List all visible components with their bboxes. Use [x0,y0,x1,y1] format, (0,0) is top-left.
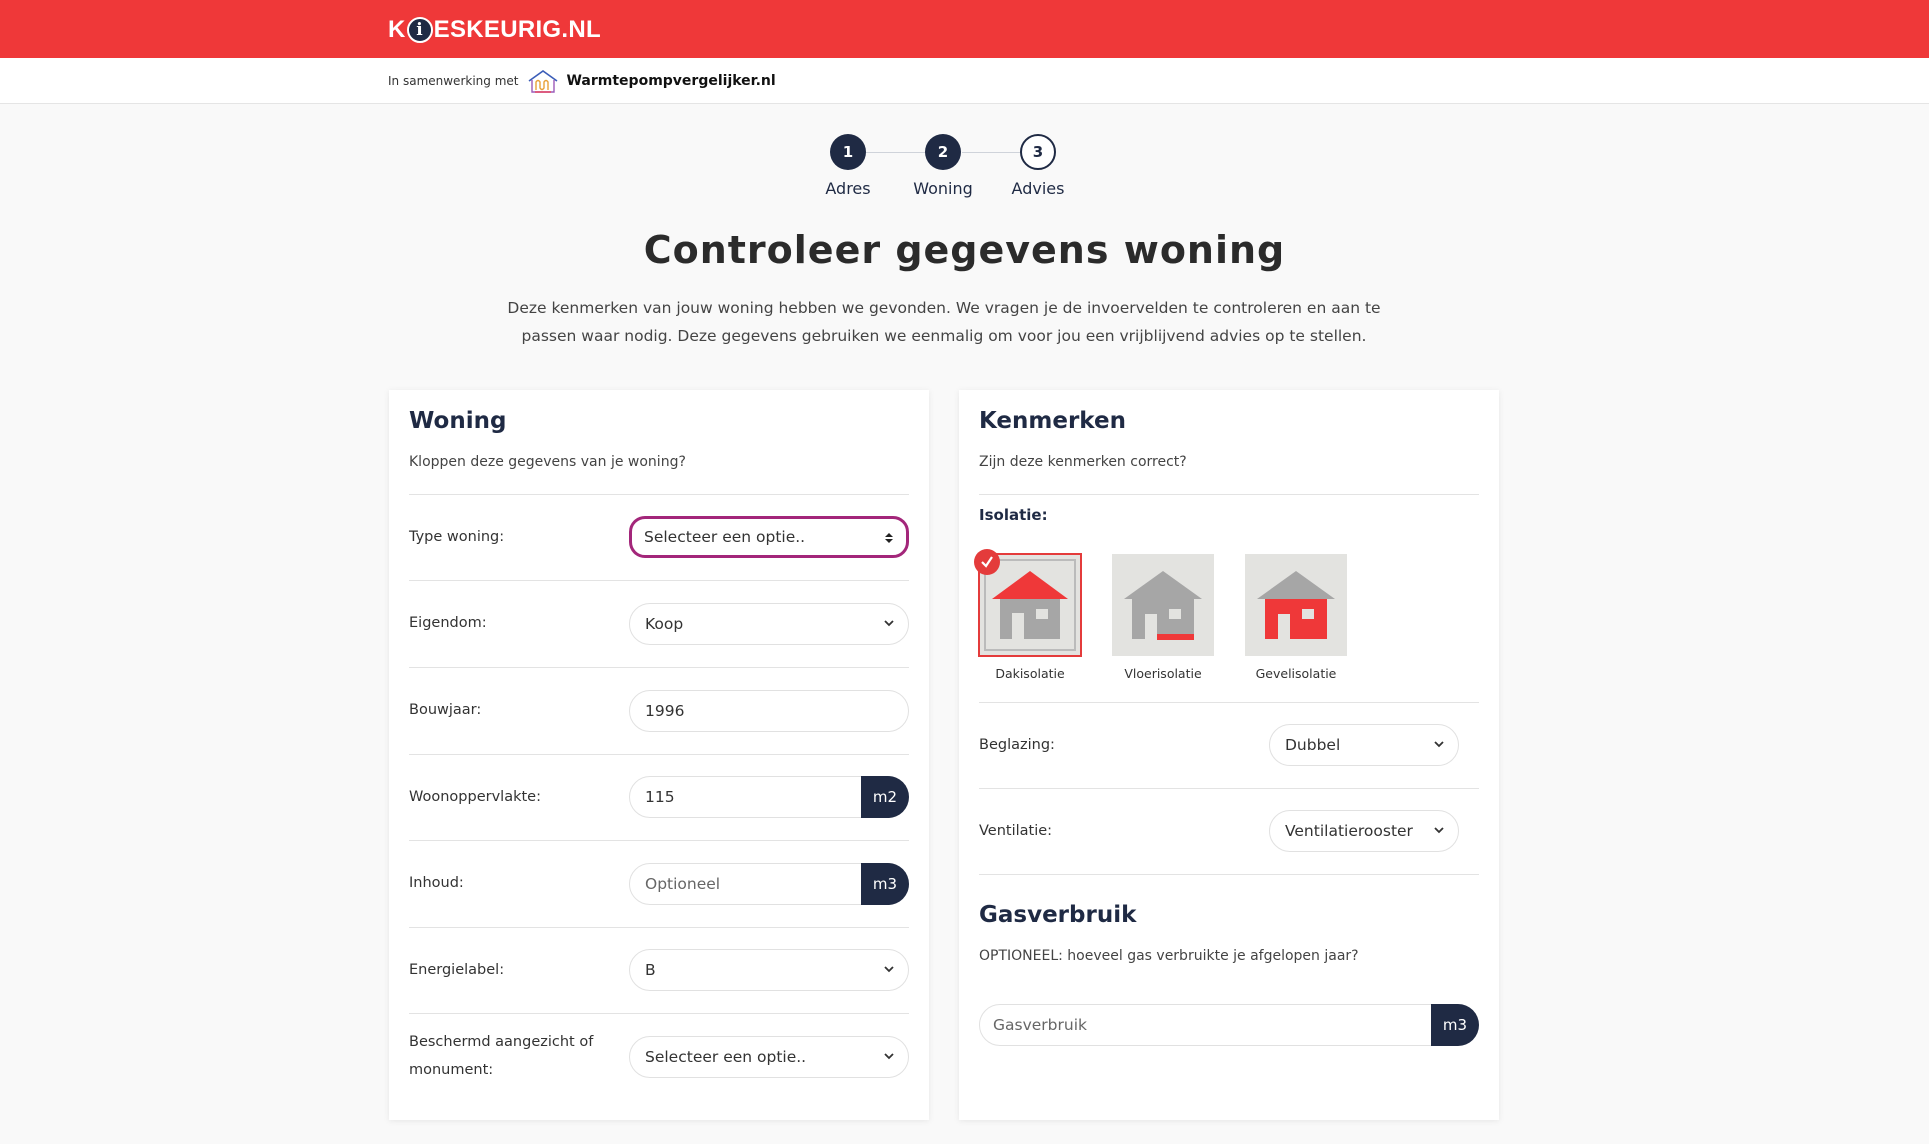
divider [409,667,909,668]
eigendom-label: Eigendom: [409,615,487,631]
input-placeholder: Optioneel [645,875,721,893]
wall-insulation-house-icon [1257,571,1335,639]
gasverbruik-subtitle: OPTIONEEL: hoeveel gas verbruikte je afg… [979,948,1359,964]
page-title: Controleer gegevens woning [643,228,1286,272]
ventilatie-label: Ventilatie: [979,823,1053,839]
bouwjaar-label: Bouwjaar: [409,702,482,718]
divider [979,874,1479,875]
beglazing-label: Beglazing: [979,737,1055,753]
select-value: Dubbel [1285,736,1341,754]
step-number: 3 [1020,134,1056,170]
monument-label-line1: Beschermd aangezicht of [409,1034,594,1050]
partner-name[interactable]: Warmtepompvergelijker.nl [566,73,775,89]
woonoppervlakte-input[interactable]: 115 m2 [629,776,909,818]
gevelisolatie-tile [1245,554,1347,656]
inhoud-input[interactable]: Optioneel m3 [629,863,909,905]
energielabel-select[interactable]: B [629,949,909,991]
select-value: Koop [645,615,684,633]
unit-badge: m3 [1431,1004,1479,1046]
select-value: Ventilatierooster [1285,822,1413,840]
divider [409,840,909,841]
chevron-down-icon [1434,827,1444,834]
kieskeurig-logo[interactable]: K i ESKEURIG.NL [388,14,601,46]
kenmerken-subtitle: Zijn deze kenmerken correct? [979,454,1187,470]
input-value: 115 [645,788,675,806]
monument-label: Beschermd aangezicht of monument: [409,1028,593,1084]
isolatie-option-label: Gevelisolatie [1255,666,1337,681]
step-advies[interactable]: 3 Advies [993,134,1083,198]
divider [979,494,1479,495]
dakisolatie-option[interactable]: Dakisolatie [974,549,1082,681]
logo-text-end: ESKEURIG.NL [433,16,601,43]
partner-info: In samenwerking met Warmtepompvergelijke… [388,68,776,94]
divider [409,927,909,928]
unit-badge: m2 [861,776,909,818]
kenmerken-card: Kenmerken Zijn deze kenmerken correct? I… [959,390,1499,1120]
divider [409,1013,909,1014]
partner-bar: In samenwerking met Warmtepompvergelijke… [0,58,1929,104]
checkmark-icon [974,549,1000,575]
gasverbruik-title: Gasverbruik [979,902,1137,928]
energielabel-label: Energielabel: [409,962,505,978]
monument-label-line2: monument: [409,1062,494,1078]
ventilatie-select[interactable]: Ventilatierooster [1269,810,1459,852]
divider [409,494,909,495]
roof-insulation-house-icon [992,571,1068,639]
step-woning[interactable]: 2 Woning [898,134,988,198]
step-label: Advies [1011,179,1065,198]
vloerisolatie-tile [1112,554,1214,656]
logo-text-start: K [388,16,406,43]
divider [409,754,909,755]
divider [409,580,909,581]
chevron-down-icon [1434,741,1444,748]
bouwjaar-input[interactable]: 1996 [629,690,909,732]
step-label: Woning [913,179,973,198]
divider [979,702,1479,703]
select-value: Selecteer een optie.. [644,528,806,546]
type-woning-select[interactable]: Selecteer een optie.. [629,516,909,558]
chevron-down-icon [884,966,894,973]
woning-card: Woning Kloppen deze gegevens van je woni… [389,390,929,1120]
isolatie-option-label: Vloerisolatie [1124,666,1202,681]
chevron-down-icon [884,1053,894,1060]
step-number: 1 [830,134,866,170]
gevelisolatie-option[interactable]: Gevelisolatie [1245,554,1347,681]
sort-arrows-icon [885,533,893,543]
input-placeholder: Gasverbruik [993,1016,1087,1034]
top-bar: K i ESKEURIG.NL [0,0,1929,58]
gasverbruik-input[interactable]: Gasverbruik m3 [979,1004,1479,1046]
type-woning-label: Type woning: [409,529,505,545]
select-value: B [645,961,656,979]
vloerisolatie-option[interactable]: Vloerisolatie [1112,554,1214,681]
woning-title: Woning [409,408,507,434]
input-value: 1996 [645,702,685,720]
step-number: 2 [925,134,961,170]
step-label: Adres [825,179,871,198]
inhoud-label: Inhoud: [409,875,464,891]
beglazing-select[interactable]: Dubbel [1269,724,1459,766]
monument-select[interactable]: Selecteer een optie.. [629,1036,909,1078]
select-value: Selecteer een optie.. [645,1048,807,1066]
info-icon: i [406,17,433,43]
partner-prefix: In samenwerking met [388,74,519,88]
heat-pump-logo-icon [529,70,558,93]
page-intro: Deze kenmerken van jouw woning hebben we… [507,299,1381,345]
woonoppervlakte-label: Woonoppervlakte: [409,789,541,805]
eigendom-select[interactable]: Koop [629,603,909,645]
unit-badge: m3 [861,863,909,905]
chevron-down-icon [884,620,894,627]
isolatie-option-label: Dakisolatie [995,666,1065,681]
floor-insulation-house-icon [1124,571,1202,640]
woning-subtitle: Kloppen deze gegevens van je woning? [409,454,686,470]
kenmerken-title: Kenmerken [979,408,1126,434]
divider [979,788,1479,789]
step-adres[interactable]: 1 Adres [803,134,893,198]
progress-stepper: 1 Adres 2 Woning 3 Advies [0,134,1929,204]
isolatie-label: Isolatie: [979,506,1048,524]
